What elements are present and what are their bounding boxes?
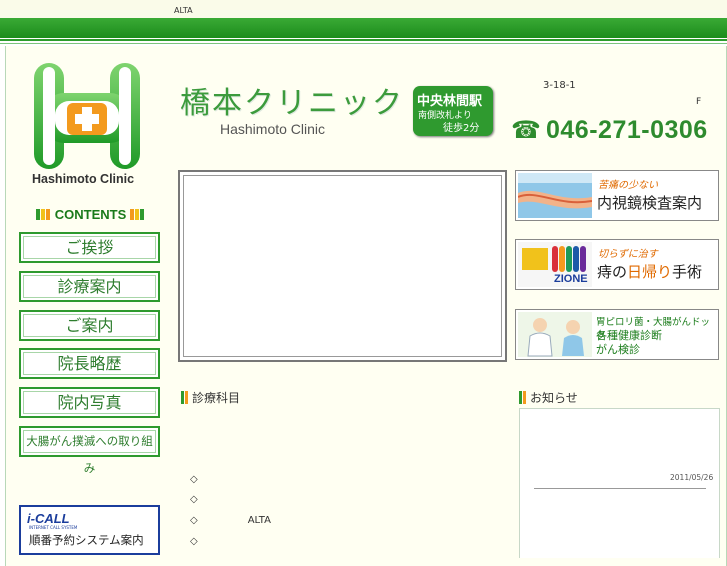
banner-hemorrhoid-title-pre: 痔の (597, 263, 628, 281)
clinic-logo-icon[interactable] (34, 63, 140, 169)
nav-colon-cancer-initiative[interactable]: 大腸がん撲滅への取り組み (19, 426, 160, 475)
logo-wordmark: Hashimoto Clinic (32, 172, 135, 186)
banner-hemorrhoid-tagline: 切らずに治す (598, 249, 658, 260)
heading-mark-icon (181, 391, 184, 404)
contents-heading: CONTENTS (19, 207, 162, 223)
diamond-bullet-icon: ◇ (190, 494, 198, 505)
heading-bars-icon (129, 208, 145, 223)
departments-title: 診療科目 (192, 391, 241, 405)
list-item: ◇ (190, 494, 248, 505)
list-item: ◇ ALTA (190, 515, 271, 526)
diamond-bullet-icon: ◇ (190, 474, 198, 485)
phone-icon: ☎ (511, 116, 541, 144)
nav-director-profile[interactable]: 院長略歴 (19, 348, 160, 379)
list-item: ◇ (190, 474, 248, 485)
zione-logo-text: ZIONE (554, 273, 588, 285)
address-floor: F (696, 97, 702, 107)
banner-endoscopy-title: 内視鏡検査案内 (597, 194, 703, 212)
station-name: 中央林間駅 (417, 94, 483, 109)
list-item: ◇ (190, 536, 248, 547)
top-bar (0, 0, 727, 18)
banner-hemorrhoid-title: 痔の日帰り手術 (597, 261, 702, 282)
site-title-english: Hashimoto Clinic (220, 121, 326, 137)
heading-mark-icon (519, 391, 522, 404)
contents-heading-label: CONTENTS (54, 207, 127, 222)
diamond-bullet-icon: ◇ (190, 536, 198, 547)
banner-hemorrhoid-title-accent: 日帰り (627, 263, 673, 281)
main-slideshow-image (178, 170, 507, 362)
heading-mark-icon (185, 391, 188, 404)
diamond-bullet-icon: ◇ (190, 515, 198, 526)
news-box: 2011/05/26 (519, 408, 720, 558)
icall-subtitle: INTERNET CALL SYSTEM (29, 525, 78, 530)
header-rule (0, 39, 727, 41)
phone-number[interactable]: 046-271-0306 (546, 116, 708, 145)
station-badge: 中央林間駅 南側改札より 徒歩2分 (413, 86, 493, 136)
header-green-band (0, 18, 727, 38)
address: 3-18-1 (543, 80, 576, 91)
departments-heading: 診療科目 (181, 389, 240, 406)
icall-logo: i-CALL (27, 511, 70, 526)
banner-checkups[interactable]: 胃ピロリ菌・大腸がんドック 各種健康診断 がん検診 (515, 309, 719, 360)
news-divider (534, 488, 706, 489)
heading-mark-icon (523, 391, 526, 404)
banner-checkups-line3: がん検診 (596, 343, 640, 356)
top-bar-text: ALTA (174, 6, 193, 15)
icall-reservation-banner[interactable]: i-CALL INTERNET CALL SYSTEM 順番予約システム案内 (19, 505, 160, 555)
news-heading: お知らせ (519, 389, 578, 406)
banner-endoscopy[interactable]: 苦痛の少ない 内視鏡検査案内 (515, 170, 719, 221)
nav-greeting[interactable]: ご挨拶 (19, 232, 160, 263)
heading-bars-icon (36, 208, 51, 223)
news-title: お知らせ (530, 391, 578, 405)
doctor-patient-image-icon (518, 312, 592, 357)
icall-label: 順番予約システム案内 (29, 533, 144, 547)
nav-clinic-photos[interactable]: 院内写真 (19, 387, 160, 418)
department-label: ALTA (247, 515, 271, 526)
banner-hemorrhoid-surgery[interactable]: ZIONE 切らずに治す 痔の日帰り手術 (515, 239, 719, 290)
header-rule-thin (0, 43, 727, 44)
endoscope-image-icon (518, 173, 592, 218)
banner-endoscopy-tagline: 苦痛の少ない (598, 180, 658, 191)
nav-guide[interactable]: ご案内 (19, 310, 160, 341)
news-date: 2011/05/26 (670, 473, 714, 482)
station-walk-time: 徒歩2分 (443, 123, 480, 134)
nav-medical-info[interactable]: 診療案内 (19, 271, 160, 302)
banner-hemorrhoid-title-post: 手術 (672, 263, 703, 281)
site-title[interactable]: 橋本クリニック (180, 78, 404, 122)
